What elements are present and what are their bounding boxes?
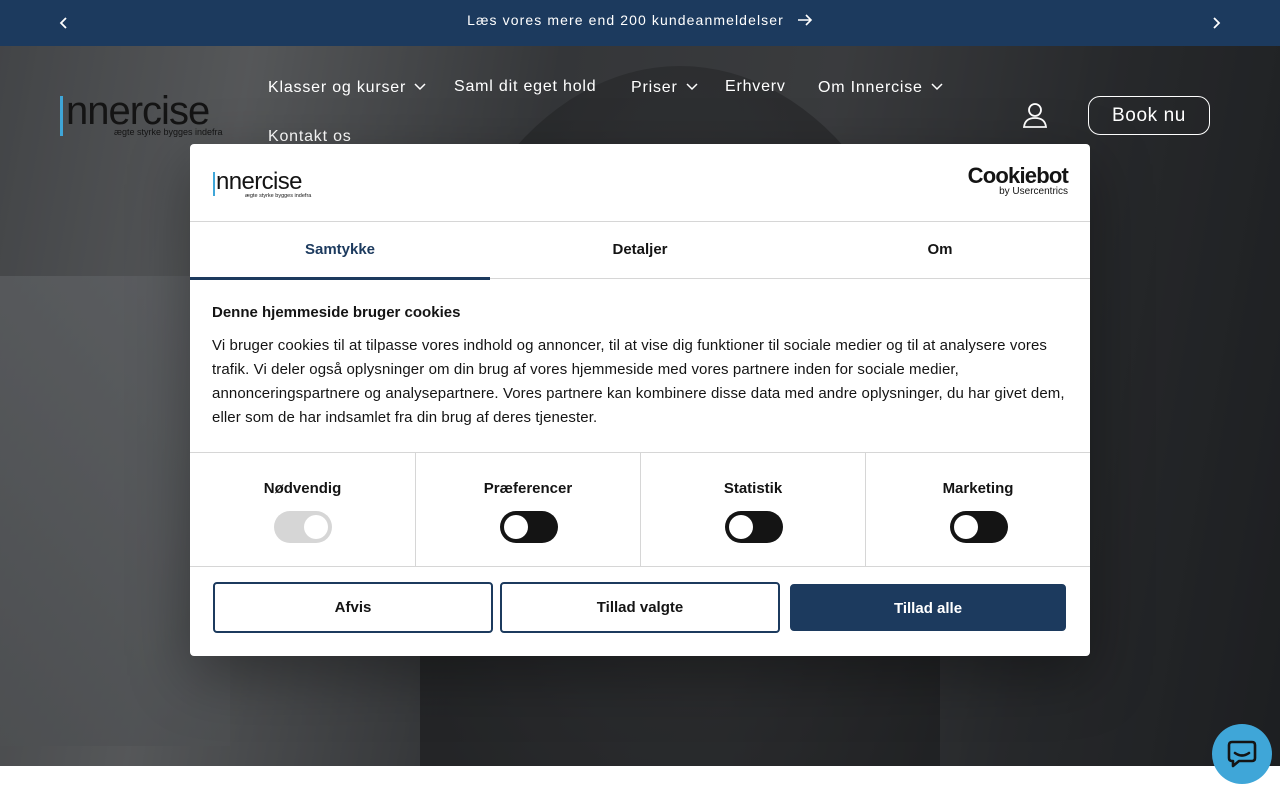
nav-item-om-innercise[interactable]: Om Innercise bbox=[818, 78, 943, 97]
category-label: Statistik bbox=[723, 480, 783, 497]
svg-text:nnercise: nnercise bbox=[216, 168, 302, 195]
nav-label: Priser bbox=[631, 79, 678, 96]
category-marketing: Marketing bbox=[865, 453, 1090, 567]
toggle-knob bbox=[954, 515, 978, 539]
chat-bubble-icon bbox=[1227, 740, 1257, 768]
cookie-title: Denne hjemmeside bruger cookies bbox=[212, 304, 461, 321]
cookiebot-logo[interactable]: Cookiebot by Usercentrics bbox=[958, 163, 1069, 200]
cookie-header: nnercise ægte styrke bygges indefra Cook… bbox=[190, 144, 1090, 222]
allow-all-button[interactable]: Tillad alle bbox=[790, 584, 1066, 631]
logo-tagline: ægte styrke bygges indefra bbox=[114, 127, 223, 137]
nav-label: Om Innercise bbox=[818, 79, 923, 96]
category-label: Præferencer bbox=[483, 480, 573, 497]
innercise-logo-tagline: ægte styrke bygges indefra bbox=[245, 193, 312, 199]
chevron-down-icon bbox=[414, 78, 426, 96]
chat-launcher[interactable] bbox=[1212, 724, 1272, 784]
marketing-toggle[interactable] bbox=[950, 511, 1008, 543]
site-logo[interactable]: nnercise ægte styrke bygges indefra bbox=[58, 86, 223, 142]
chevron-down-icon bbox=[686, 78, 698, 96]
nav-label: Erhverv bbox=[725, 78, 786, 95]
cookie-tabs: Samtykke Detaljer Om bbox=[190, 222, 1090, 280]
cookie-description: Vi bruger cookies til at tilpasse vores … bbox=[212, 337, 1065, 426]
chevron-right-icon[interactable] bbox=[1208, 14, 1224, 32]
preferences-toggle[interactable] bbox=[500, 511, 558, 543]
toggle-knob bbox=[729, 515, 753, 539]
innercise-logo: nnercise ægte styrke bygges indefra bbox=[212, 166, 312, 200]
toggle-knob bbox=[504, 515, 528, 539]
nav-label: Kontakt os bbox=[268, 128, 352, 145]
category-preferences: Præferencer bbox=[415, 453, 640, 567]
nav-item-erhverv[interactable]: Erhverv bbox=[725, 78, 786, 96]
category-label: Nødvendig bbox=[263, 480, 342, 497]
tab-detaljer[interactable]: Detaljer bbox=[490, 222, 790, 279]
nav-item-klasser[interactable]: Klasser og kurser bbox=[268, 78, 426, 97]
arrow-right-icon bbox=[797, 13, 813, 30]
category-necessary: Nødvendig bbox=[190, 453, 415, 567]
category-label: Marketing bbox=[942, 480, 1014, 497]
cookiebot-brand: Cookiebot bbox=[967, 163, 1069, 188]
announcement-link[interactable]: Læs vores mere end 200 kundeanmeldelser bbox=[0, 12, 1280, 30]
tab-samtykke[interactable]: Samtykke bbox=[190, 222, 490, 280]
statistics-toggle[interactable] bbox=[725, 511, 783, 543]
necessary-toggle bbox=[274, 511, 332, 543]
nav-label: Saml dit eget hold bbox=[454, 78, 597, 95]
book-now-button[interactable]: Book nu bbox=[1088, 96, 1210, 135]
toggle-knob bbox=[304, 515, 328, 539]
chevron-down-icon bbox=[931, 78, 943, 96]
announcement-bar: Læs vores mere end 200 kundeanmeldelser bbox=[0, 0, 1280, 46]
nav-label: Klasser og kurser bbox=[268, 79, 407, 96]
user-icon[interactable] bbox=[1022, 102, 1048, 128]
announcement-text: Læs vores mere end 200 kundeanmeldelser bbox=[467, 12, 784, 28]
allow-selected-button[interactable]: Tillad valgte bbox=[500, 582, 780, 633]
category-statistics: Statistik bbox=[640, 453, 865, 567]
cookie-consent-dialog: nnercise ægte styrke bygges indefra Cook… bbox=[190, 144, 1090, 656]
nav-item-priser[interactable]: Priser bbox=[631, 78, 698, 97]
tab-om[interactable]: Om bbox=[790, 222, 1090, 279]
cookie-categories: Nødvendig Præferencer Statistik Marketin… bbox=[190, 452, 1090, 567]
deny-button[interactable]: Afvis bbox=[213, 582, 493, 633]
nav-item-saml-hold[interactable]: Saml dit eget hold bbox=[454, 78, 596, 96]
